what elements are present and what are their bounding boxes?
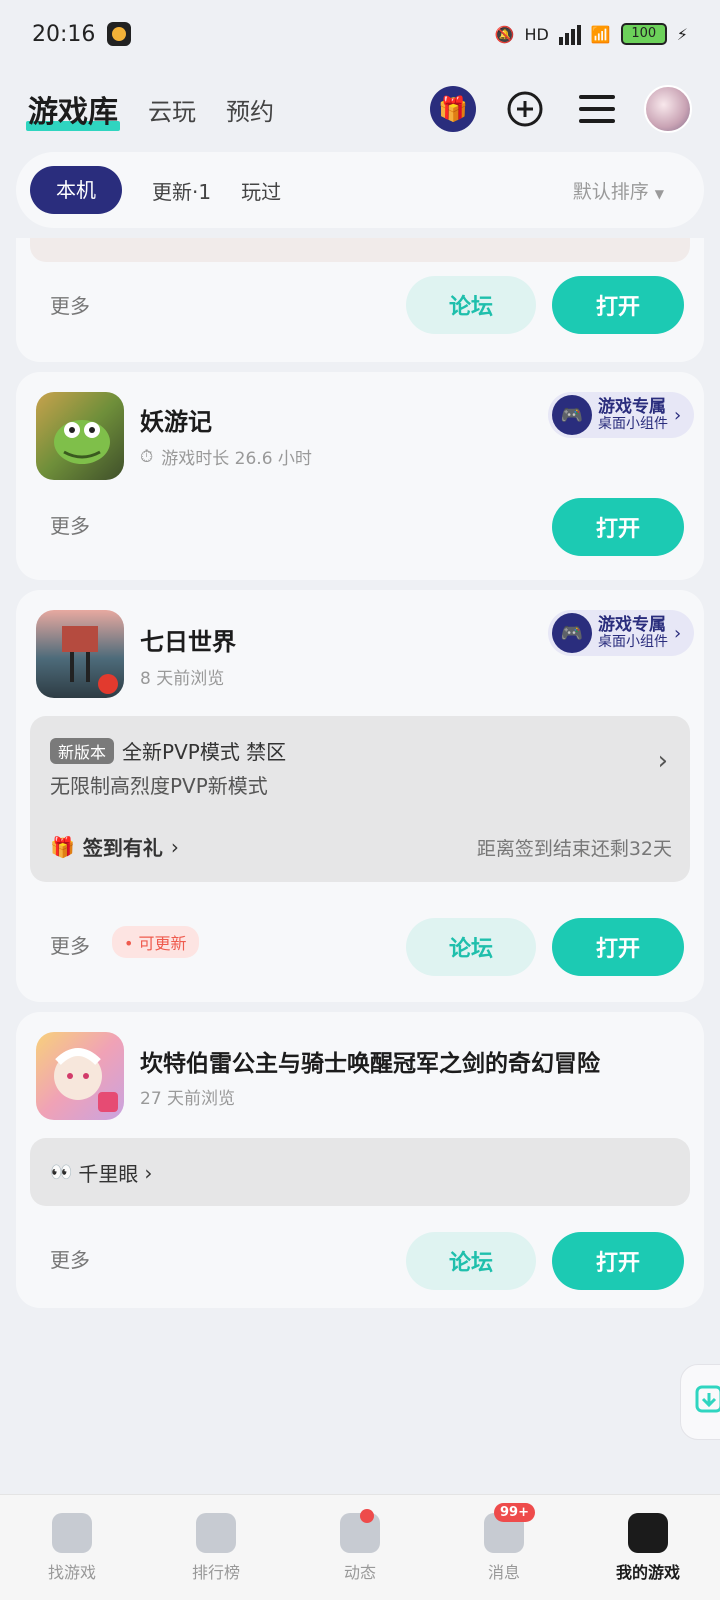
nav-label: 找游戏 <box>47 1562 96 1582</box>
widget-subtitle: 桌面小组件 <box>598 633 668 650</box>
bottom-nav: 找游戏 排行榜 动态 99+ 消息 我的游戏 <box>0 1494 720 1600</box>
filter-chip-updates[interactable]: 更新·1 <box>152 176 211 205</box>
last-viewed-label: 8 天前浏览 <box>140 669 225 689</box>
eye-label: 千里眼 <box>78 1162 139 1186</box>
widget-badge[interactable]: 🎮 游戏专属 桌面小组件 › <box>548 392 694 438</box>
network-label: HD <box>524 24 549 44</box>
timer-icon: ⏱ <box>140 446 154 467</box>
notification-dot <box>360 1509 374 1523</box>
filter-bar: 本机 更新·1 玩过 默认排序 ▼ <box>16 152 704 228</box>
forum-button[interactable]: 论坛 <box>406 276 536 334</box>
nav-label: 我的游戏 <box>615 1562 680 1582</box>
tab-cloud-play[interactable]: 云玩 <box>148 92 196 127</box>
new-version-tag: 新版本 <box>50 737 115 764</box>
widget-title: 游戏专属 <box>598 614 666 635</box>
chevron-right-icon: › <box>144 1160 153 1185</box>
wifi-icon: 📶 <box>590 24 611 44</box>
playtime-label: 游戏时长 26.6 小时 <box>161 449 312 469</box>
gamepad-icon: 🎮 <box>552 613 592 653</box>
unread-badge: 99+ <box>494 1503 535 1522</box>
open-button[interactable]: 打开 <box>552 276 684 334</box>
open-button[interactable]: 打开 <box>552 918 684 976</box>
last-viewed-label: 27 天前浏览 <box>140 1089 236 1109</box>
ranking-icon <box>196 1512 236 1553</box>
nav-find-games[interactable]: 找游戏 <box>0 1495 144 1600</box>
forum-button[interactable]: 论坛 <box>406 1232 536 1290</box>
nav-label: 消息 <box>487 1562 520 1582</box>
game-meta: ⏱ 游戏时长 26.6 小时 <box>140 444 312 470</box>
game-icon[interactable] <box>36 392 124 480</box>
tab-reservation[interactable]: 预约 <box>226 92 274 127</box>
signal-icon <box>558 23 581 45</box>
chevron-right-icon: › <box>657 746 668 776</box>
update-available-badge[interactable]: • 可更新 <box>112 926 199 958</box>
card-banner <box>30 238 690 262</box>
open-button[interactable]: 打开 <box>552 1232 684 1290</box>
download-float-button[interactable] <box>680 1364 720 1440</box>
mute-icon: 🔕 <box>494 24 515 44</box>
chevron-right-icon: › <box>674 404 682 426</box>
news-title: 全新PVP模式 禁区 <box>122 740 287 764</box>
sign-in-label: 签到有礼 <box>82 836 163 860</box>
sort-dropdown[interactable]: 默认排序 ▼ <box>573 177 690 204</box>
more-link[interactable]: 更多 <box>50 290 90 319</box>
find-games-icon <box>52 1512 92 1553</box>
avatar[interactable] <box>644 85 692 133</box>
app-notification-icon <box>107 22 132 46</box>
battery-icon: 100 <box>620 23 667 45</box>
news-panel[interactable]: 新版本 全新PVP模式 禁区 无限制高烈度PVP新模式 › 🎁 签到有礼 › 距… <box>30 716 690 882</box>
sign-in-countdown: 距离签到结束还剩32天 <box>476 838 672 860</box>
sort-label: 默认排序 <box>572 180 649 203</box>
more-link[interactable]: 更多 <box>50 930 90 959</box>
game-card[interactable]: 妖游记 ⏱ 游戏时长 26.6 小时 🎮 游戏专属 桌面小组件 › 更多 打开 <box>16 372 704 580</box>
menu-icon[interactable] <box>574 86 620 132</box>
game-icon[interactable] <box>36 610 124 698</box>
game-title[interactable]: 坎特伯雷公主与骑士唤醒冠军之剑的奇幻冒险 <box>140 1044 600 1078</box>
widget-badge[interactable]: 🎮 游戏专属 桌面小组件 › <box>548 610 694 656</box>
nav-label: 动态 <box>343 1562 376 1582</box>
tab-game-library[interactable]: 游戏库 <box>26 87 120 131</box>
game-card[interactable]: 七日世界 8 天前浏览 🎮 游戏专属 桌面小组件 › 新版本 全新PVP模式 禁… <box>16 590 704 1002</box>
gamepad-icon <box>628 1512 668 1553</box>
nav-messages[interactable]: 99+ 消息 <box>432 1495 576 1600</box>
charging-icon: ⚡ <box>676 24 688 44</box>
caret-down-icon: ▼ <box>654 186 664 201</box>
widget-subtitle: 桌面小组件 <box>598 415 668 432</box>
gift-icon[interactable]: 🎁 <box>430 86 476 132</box>
nav-feed[interactable]: 动态 <box>288 1495 432 1600</box>
more-link[interactable]: 更多 <box>50 1244 90 1273</box>
gift-icon: 🎁 <box>50 834 75 859</box>
forum-button[interactable]: 论坛 <box>406 918 536 976</box>
filter-chip-played[interactable]: 玩过 <box>241 176 281 205</box>
update-badge-label: 可更新 <box>138 934 187 953</box>
chevron-right-icon: › <box>170 834 179 859</box>
nav-label: 排行榜 <box>191 1562 240 1582</box>
game-card[interactable]: 坎特伯雷公主与骑士唤醒冠军之剑的奇幻冒险 27 天前浏览 👀 千里眼 › 更多 … <box>16 1012 704 1308</box>
open-button[interactable]: 打开 <box>552 498 684 556</box>
eye-panel[interactable]: 👀 千里眼 › <box>30 1138 690 1206</box>
status-bar: 20:16 🔕 HD 📶 100 ⚡ <box>0 0 720 68</box>
game-card-partial: 更多 论坛 打开 <box>16 238 704 362</box>
widget-title: 游戏专属 <box>598 396 666 417</box>
add-icon[interactable] <box>502 86 548 132</box>
game-title[interactable]: 妖游记 <box>140 402 212 437</box>
nav-ranking[interactable]: 排行榜 <box>144 1495 288 1600</box>
game-icon[interactable] <box>36 1032 124 1120</box>
chevron-right-icon: › <box>674 622 682 644</box>
nav-my-games[interactable]: 我的游戏 <box>576 1495 720 1600</box>
more-link[interactable]: 更多 <box>50 510 90 539</box>
game-title[interactable]: 七日世界 <box>140 622 236 657</box>
top-header: 游戏库 云玩 预约 🎁 <box>0 74 720 144</box>
sign-in-reward-link[interactable]: 🎁 签到有礼 › <box>50 832 179 861</box>
status-time: 20:16 <box>32 21 96 47</box>
gamepad-icon: 🎮 <box>552 395 592 435</box>
eyes-icon: 👀 <box>50 1162 73 1183</box>
filter-chip-local[interactable]: 本机 <box>30 166 122 214</box>
news-description: 无限制高烈度PVP新模式 <box>50 774 268 798</box>
